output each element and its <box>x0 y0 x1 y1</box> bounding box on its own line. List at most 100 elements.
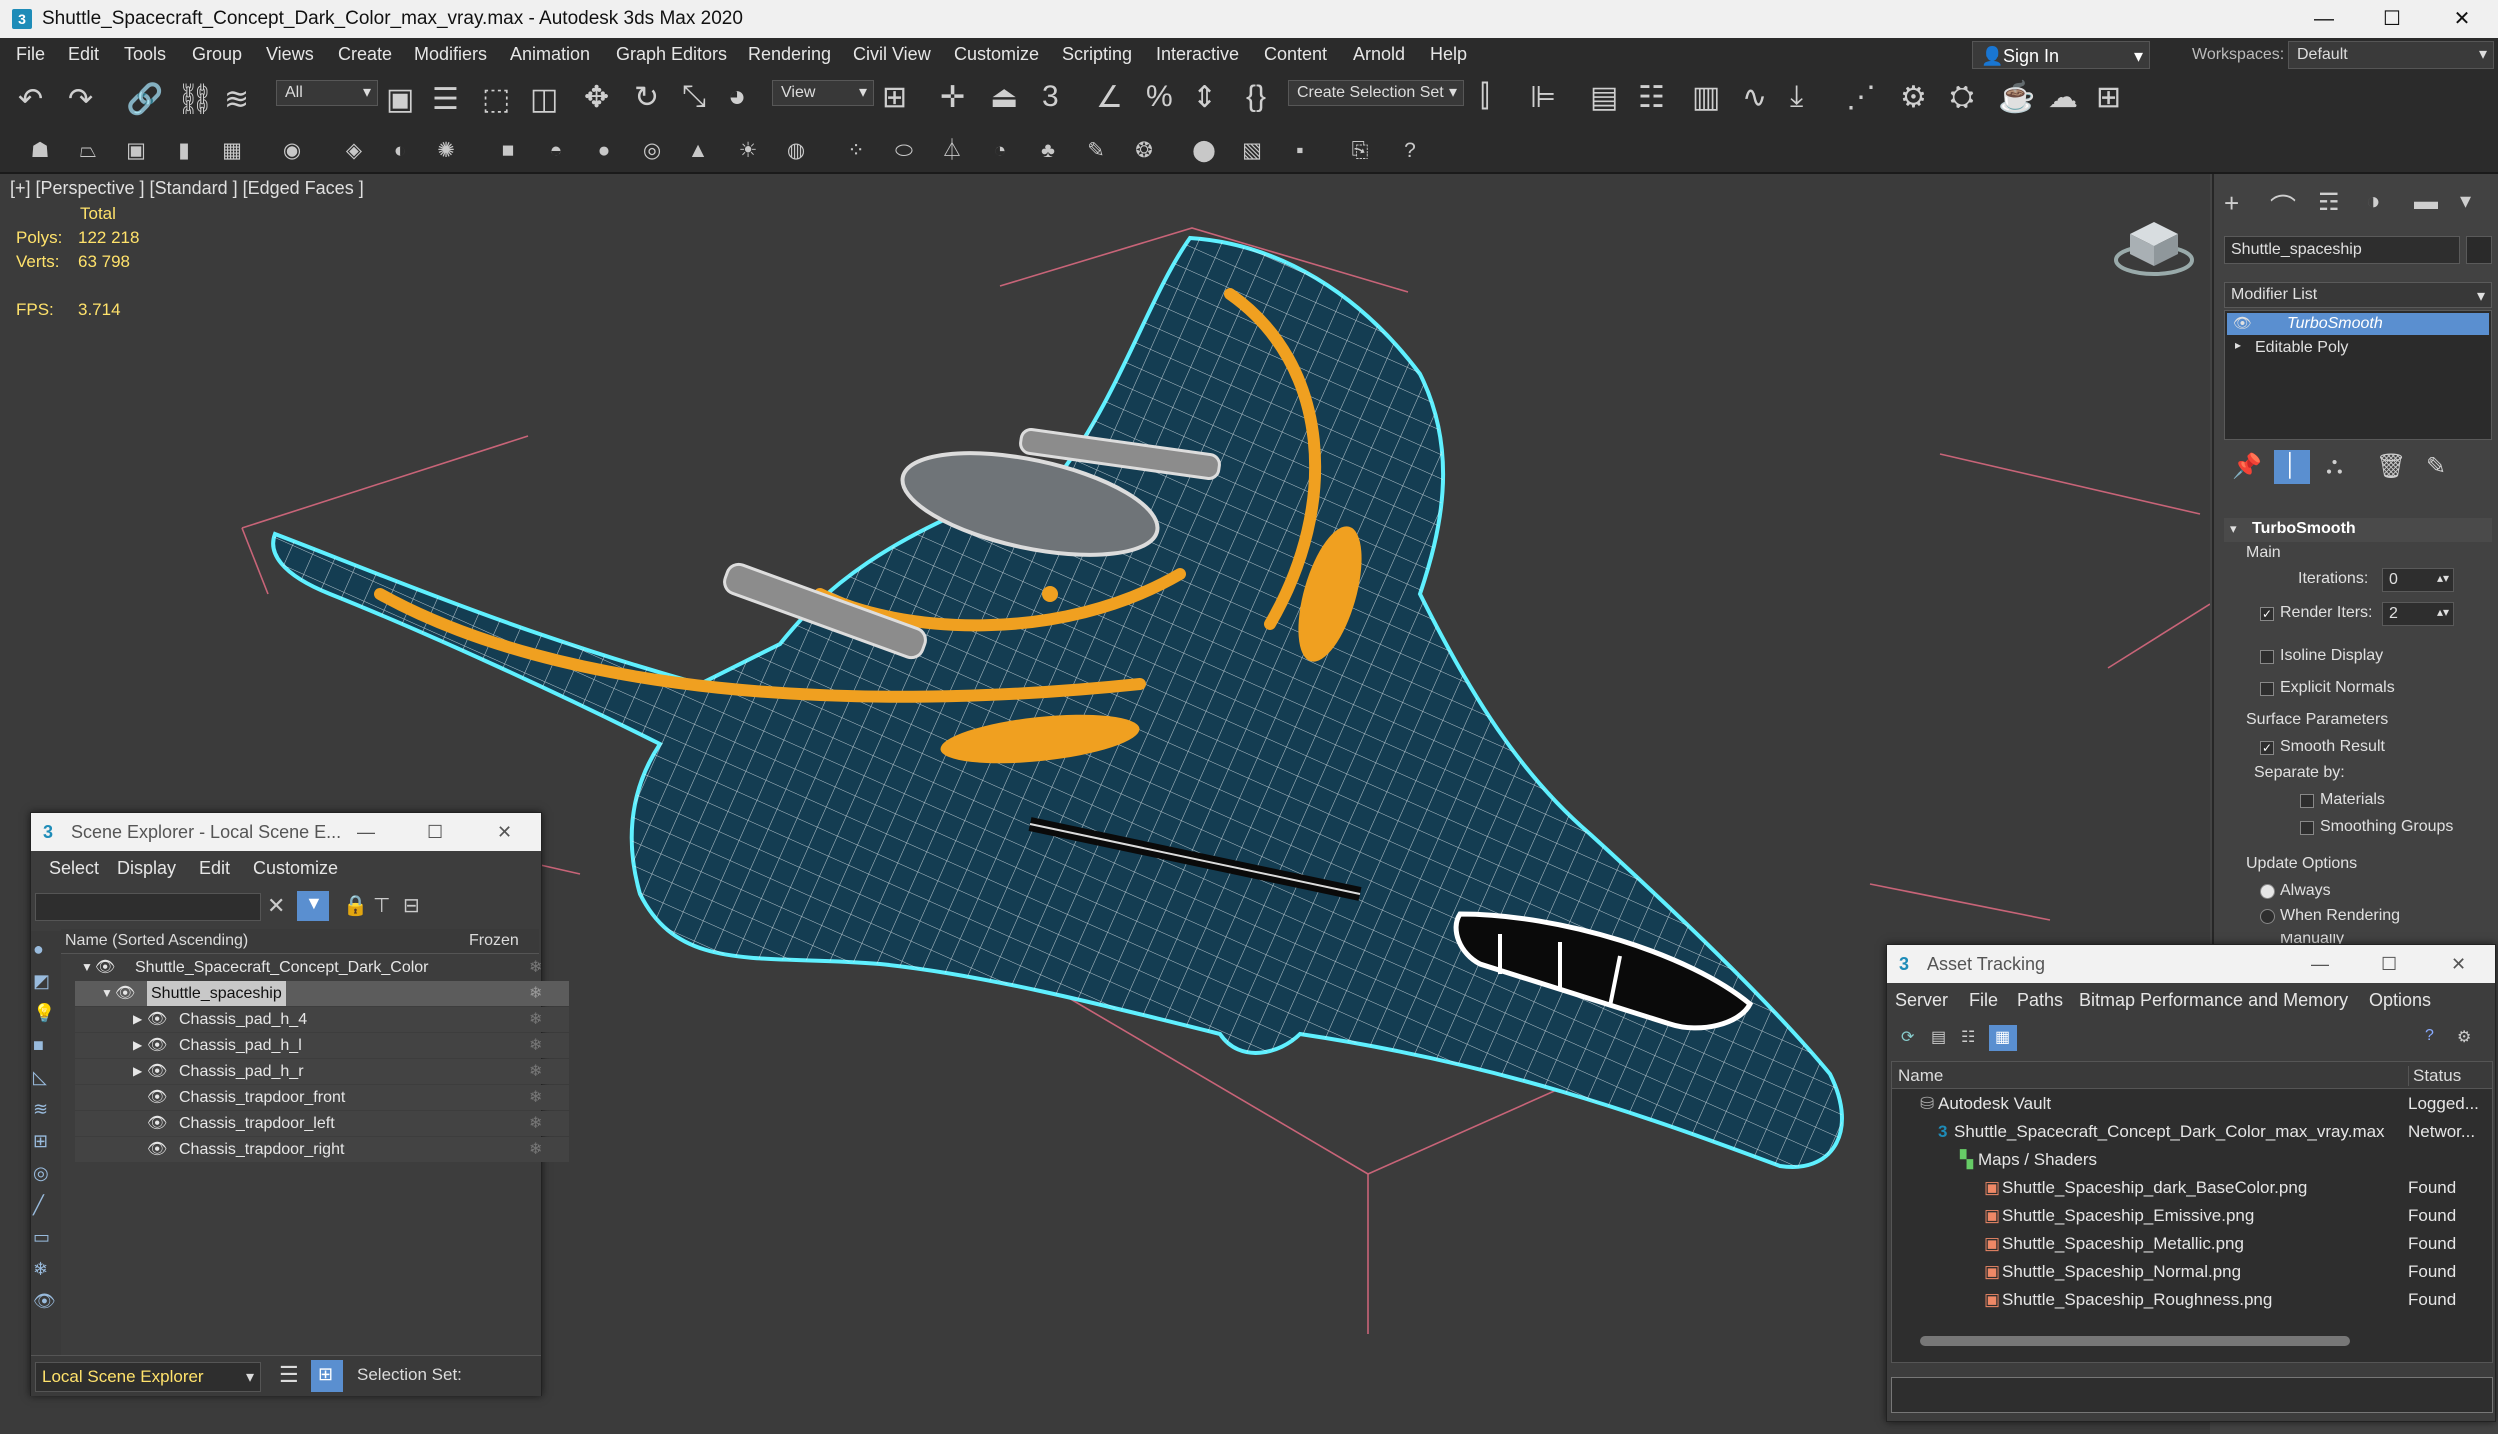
asset-path-field[interactable] <box>1891 1377 2493 1413</box>
menu-content[interactable]: Content <box>1264 44 1327 65</box>
scene-explorer-icon[interactable]: ▤ <box>1590 80 1618 115</box>
containers-filter-icon[interactable]: ▭ <box>33 1227 50 1248</box>
dome-icon[interactable]: ◓ <box>542 136 570 166</box>
spacewarps-filter-icon[interactable]: ≋ <box>33 1099 48 1120</box>
close-button[interactable]: ✕ <box>497 813 512 851</box>
frozen-icon[interactable]: ❄ <box>529 1059 542 1084</box>
layer-explorer-icon[interactable]: ☷ <box>1638 80 1665 115</box>
eye-icon[interactable]: 👁 <box>95 955 115 980</box>
asset-row[interactable]: ▚ Maps / Shaders <box>1892 1146 2488 1174</box>
eye-icon[interactable]: 👁 <box>147 1033 167 1058</box>
layers-icon[interactable]: ☰ <box>279 1362 299 1388</box>
se-row-root[interactable]: ▼ 👁 Shuttle_Spacecraft_Concept_Dark_Colo… <box>75 955 569 980</box>
tripod-icon[interactable]: ⏃ <box>938 136 966 166</box>
se-row[interactable]: 👁 Chassis_trapdoor_front ❄ <box>75 1085 569 1110</box>
maximize-button[interactable]: ☐ <box>427 813 443 851</box>
help-icon[interactable]: ? <box>1396 136 1424 166</box>
select-manipulate-icon[interactable]: ✛ <box>940 80 965 115</box>
status-column-header[interactable]: Status <box>2408 1066 2461 1086</box>
smooth-result-checkbox[interactable]: ✓ <box>2260 741 2274 755</box>
plant-icon[interactable]: ♣ <box>1034 136 1062 166</box>
link-icon[interactable]: 🔗 <box>126 82 163 117</box>
cone-icon[interactable]: ▲ <box>684 136 712 166</box>
create-selection-set-dropdown[interactable]: Create Selection Set <box>1288 80 1464 106</box>
menu-edit[interactable]: Edit <box>68 44 99 65</box>
dope-sheet-icon[interactable]: ⤓ <box>1790 80 1803 114</box>
list-icon[interactable]: ▤ <box>1931 1027 1946 1047</box>
remove-modifier-icon[interactable]: 🗑 <box>2376 452 2406 481</box>
motion-tab-icon[interactable]: ◑ <box>2366 188 2381 216</box>
material-sphere-icon[interactable]: ⬤ <box>1190 136 1218 166</box>
frozen-icon[interactable]: ❄ <box>529 1085 542 1110</box>
menu-arnold[interactable]: Arnold <box>1353 44 1405 65</box>
explicit-normals-checkbox[interactable] <box>2260 682 2274 696</box>
menu-tools[interactable]: Tools <box>124 44 166 65</box>
layers-icon[interactable]: ⊟ <box>403 893 420 918</box>
se-row[interactable]: 👁 Chassis_trapdoor_left ❄ <box>75 1111 569 1136</box>
menu-scripting[interactable]: Scripting <box>1062 44 1132 65</box>
camera-icon[interactable]: ◈ <box>340 136 368 166</box>
edit-named-selection-icon[interactable]: {} <box>1246 80 1266 114</box>
world-icon[interactable]: ◔ <box>986 136 1014 166</box>
modifier-stack-item-editable-poly[interactable]: ▸ Editable Poly <box>2227 337 2489 359</box>
rectangular-selection-icon[interactable]: ⬚ <box>482 82 510 117</box>
curve-editor-icon[interactable]: ∿ <box>1742 80 1767 115</box>
select-object-icon[interactable]: ▣ <box>386 82 414 117</box>
iterations-spinner[interactable]: 0 ▴▾ <box>2382 568 2454 592</box>
scale-icon[interactable]: ⤡ <box>682 80 706 114</box>
create-tab-icon[interactable]: + <box>2224 188 2239 219</box>
angle-snap-icon[interactable]: ∠ <box>1096 80 1123 115</box>
frozen-icon[interactable]: ❄ <box>529 1007 542 1032</box>
menu-civil-view[interactable]: Civil View <box>853 44 931 65</box>
unlink-icon[interactable]: ⛓ <box>176 82 214 117</box>
lock-icon[interactable]: 🔒 <box>343 893 368 918</box>
ribbon-icon[interactable]: ▥ <box>1692 80 1720 115</box>
torus-icon[interactable]: ◎ <box>638 136 666 166</box>
bind-space-warp-icon[interactable]: ≋ <box>224 82 249 117</box>
xrefs-filter-icon[interactable]: ◎ <box>33 1163 49 1184</box>
spinner-snap-icon[interactable]: ⇕ <box>1192 80 1217 115</box>
bitmap-icon[interactable]: ▧ <box>1238 136 1266 166</box>
hidden-filter-icon[interactable]: 👁 <box>33 1291 56 1312</box>
expand-arrow-icon[interactable]: ▶ <box>133 1059 142 1084</box>
rotate-icon[interactable]: ↻ <box>634 80 659 115</box>
render-grid-icon[interactable]: ⊞ <box>2096 80 2121 115</box>
collapse-arrow-icon[interactable]: ▼ <box>81 955 93 980</box>
hierarchy-mode-button[interactable]: ⊞ <box>311 1360 343 1392</box>
search-input[interactable] <box>35 893 261 921</box>
sun-icon[interactable]: ☀ <box>734 136 762 166</box>
helpers-filter-icon[interactable]: ◺ <box>33 1067 47 1088</box>
asset-tracking-titlebar[interactable]: 3 Asset Tracking — ☐ ✕ <box>1887 945 2495 983</box>
sign-in-button[interactable]: 👤 Sign In ▾ <box>1972 41 2150 69</box>
se-menu-customize[interactable]: Customize <box>253 858 338 879</box>
rendered-frame-window-icon[interactable]: ☕ <box>1998 80 2035 115</box>
frozen-icon[interactable]: ❄ <box>529 1033 542 1058</box>
configure-modifier-sets-icon[interactable]: ✎ <box>2426 452 2446 481</box>
object-name-field[interactable]: Shuttle_spaceship <box>2224 236 2460 264</box>
eye-icon[interactable]: 👁 <box>2233 314 2252 332</box>
undo-icon[interactable]: ↶ <box>18 82 43 117</box>
name-column-header[interactable]: Name (Sorted Ascending) <box>65 932 248 950</box>
render-iters-checkbox[interactable]: ✓ <box>2260 607 2274 621</box>
menu-rendering[interactable]: Rendering <box>748 44 831 65</box>
asset-row[interactable]: ▣ Shuttle_Spaceship_Roughness.png Found <box>1892 1286 2488 1314</box>
hierarchy-icon[interactable]: ⊤ <box>373 893 390 918</box>
frozen-icon[interactable]: ❄ <box>529 1111 542 1136</box>
export-icon[interactable]: ⎘ <box>1346 136 1374 166</box>
at-menu-paths[interactable]: Paths <box>2017 990 2063 1011</box>
asset-row[interactable]: 3 Shuttle_Spacecraft_Concept_Dark_Color_… <box>1892 1118 2488 1146</box>
asset-row[interactable]: ⛁ Autodesk Vault Logged... <box>1892 1090 2488 1118</box>
eye-icon[interactable]: 👁 <box>147 1059 167 1084</box>
fx-icon[interactable]: ✺ <box>432 136 460 166</box>
name-column-header[interactable]: Name <box>1898 1066 1943 1086</box>
modifier-stack-item-turbosmooth[interactable]: 👁 TurboSmooth <box>2227 313 2489 335</box>
smoothing-groups-checkbox[interactable] <box>2300 821 2314 835</box>
se-row[interactable]: ▶ 👁 Chassis_pad_h_l ❄ <box>75 1033 569 1058</box>
filter-button[interactable]: ▼ <box>297 891 329 921</box>
eye-icon[interactable]: 👁 <box>147 1085 167 1110</box>
se-row-selected[interactable]: ▼ 👁 Shuttle_spaceship ❄ <box>75 981 569 1006</box>
asset-row[interactable]: ▣ Shuttle_Spaceship_Emissive.png Found <box>1892 1202 2488 1230</box>
modifier-list-dropdown[interactable]: Modifier List ▾ <box>2224 282 2492 308</box>
minimize-button[interactable]: — <box>357 813 375 851</box>
minimize-button[interactable]: — <box>2290 0 2358 38</box>
